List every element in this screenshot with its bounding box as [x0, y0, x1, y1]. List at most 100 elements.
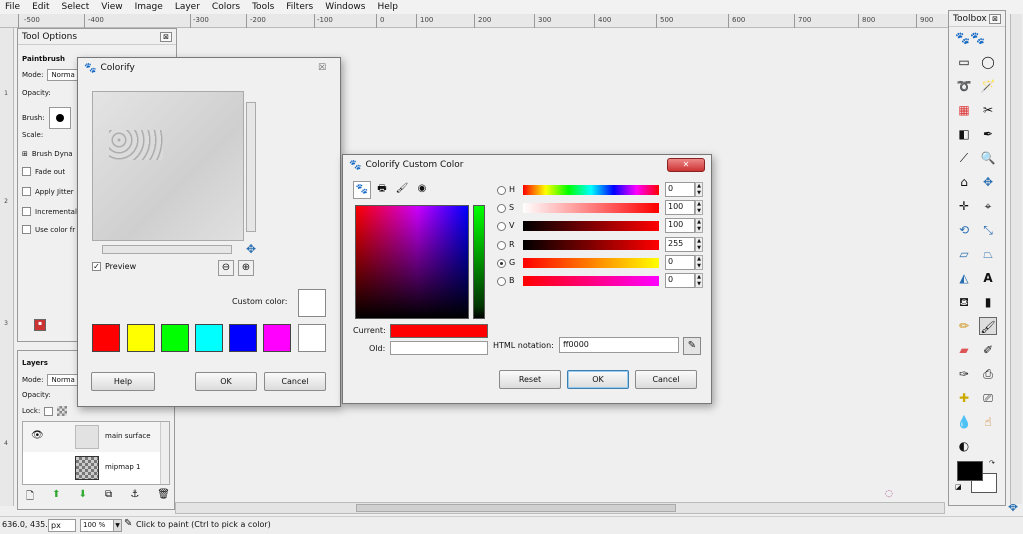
select-by-color-icon[interactable]: ▦ — [955, 101, 973, 119]
v-spinner[interactable]: ▲ ▼ — [695, 218, 703, 233]
text-tool-icon[interactable]: A — [979, 269, 997, 287]
rect-select-icon[interactable]: ▭ — [955, 53, 973, 71]
h-input[interactable]: 0 — [665, 182, 695, 197]
g-slider[interactable] — [523, 258, 659, 268]
color-strip[interactable] — [473, 205, 485, 319]
close-icon[interactable]: ⊠ — [160, 31, 172, 42]
r-radio[interactable] — [497, 241, 506, 250]
r-slider[interactable] — [523, 240, 659, 250]
eye-icon[interactable]: 👁 — [31, 430, 44, 441]
layer-row[interactable]: mipmap 1 — [23, 453, 161, 483]
cancel-button[interactable]: Cancel — [635, 370, 697, 389]
ink-icon[interactable]: ✑ — [955, 365, 973, 383]
foreground-select-icon[interactable]: ◧ — [955, 125, 973, 143]
menu-filters[interactable]: Filters — [285, 2, 314, 12]
free-select-icon[interactable]: ➰ — [955, 77, 973, 95]
crop-icon[interactable]: ⌖ — [979, 197, 997, 215]
h-spinner[interactable]: ▲ ▼ — [695, 182, 703, 197]
watercolor-selector-icon[interactable]: 🖌 — [393, 181, 411, 199]
g-input[interactable]: 0 — [665, 255, 695, 270]
expand-icon[interactable]: ⊞ — [22, 150, 28, 158]
blur-icon[interactable]: 💧 — [955, 413, 973, 431]
close-icon[interactable]: ☒ — [310, 63, 334, 73]
color-square[interactable] — [355, 205, 469, 319]
wheel-selector-icon[interactable]: ◉ — [413, 181, 431, 199]
menu-view[interactable]: View — [100, 2, 123, 12]
b-radio[interactable] — [497, 277, 506, 286]
color-swatch-blue[interactable] — [229, 324, 257, 352]
b-input[interactable]: 0 — [665, 273, 695, 288]
foreground-color-front[interactable] — [957, 461, 983, 481]
blend-icon[interactable]: ▮ — [979, 293, 997, 311]
cancel-button[interactable]: Cancel — [264, 372, 326, 391]
s-slider[interactable] — [523, 203, 659, 213]
s-input[interactable]: 100 — [665, 200, 695, 215]
heal-icon[interactable]: ✚ — [955, 389, 973, 407]
default-colors-icon[interactable]: ◪ — [955, 483, 962, 491]
close-icon[interactable]: ✕ — [667, 158, 705, 172]
menu-layer[interactable]: Layer — [174, 2, 201, 12]
clone-icon[interactable]: ⎙ — [979, 365, 997, 383]
menu-windows[interactable]: Windows — [324, 2, 366, 12]
unit-select[interactable]: px — [48, 519, 76, 532]
close-icon[interactable]: ⊠ — [989, 13, 1001, 24]
bucket-fill-icon[interactable]: ⛾ — [955, 293, 973, 311]
zoom-out-icon[interactable]: ⊖ — [218, 260, 234, 276]
save-icon[interactable]: ▪ — [34, 319, 46, 331]
menu-edit[interactable]: Edit — [31, 2, 50, 12]
move-icon[interactable]: ✥ — [979, 173, 997, 191]
layers-list[interactable]: 👁 main surface mipmap 1 — [22, 421, 170, 485]
preview-checkbox[interactable]: ✓ — [92, 262, 101, 271]
vertical-scrollbar[interactable] — [1010, 14, 1022, 504]
help-button[interactable]: Help — [91, 372, 155, 391]
r-input[interactable]: 255 — [665, 237, 695, 252]
measure-icon[interactable]: ⌂ — [955, 173, 973, 191]
color-swatch-red[interactable] — [92, 324, 120, 352]
pencil-icon[interactable]: ✏ — [955, 317, 973, 335]
ok-button[interactable]: OK — [195, 372, 257, 391]
scissors-icon[interactable]: ✂ — [979, 101, 997, 119]
color-swatch-yellow[interactable] — [127, 324, 155, 352]
dodge-burn-icon[interactable]: ◐ — [955, 437, 973, 455]
flip-icon[interactable]: ◭ — [955, 269, 973, 287]
g-spinner[interactable]: ▲ ▼ — [695, 255, 703, 270]
color-swatch-green[interactable] — [161, 324, 189, 352]
layers-scrollbar[interactable] — [160, 422, 169, 484]
color-swatch-cyan[interactable] — [195, 324, 223, 352]
cmyk-selector-icon[interactable]: 🖶 — [373, 181, 391, 199]
airbrush-icon[interactable]: ✐ — [979, 341, 997, 359]
paths-icon[interactable]: ✒ — [979, 125, 997, 143]
zoom-icon[interactable]: 🔍 — [979, 149, 997, 167]
fade-out-checkbox[interactable] — [22, 167, 31, 176]
incremental-checkbox[interactable] — [22, 207, 31, 216]
r-spinner[interactable]: ▲ ▼ — [695, 237, 703, 252]
menu-select[interactable]: Select — [61, 2, 91, 12]
s-radio[interactable] — [497, 204, 506, 213]
reset-button[interactable]: Reset — [499, 370, 561, 389]
h-radio[interactable] — [497, 186, 506, 195]
navigate-icon[interactable]: ✥ — [246, 242, 256, 256]
s-spinner[interactable]: ▲ ▼ — [695, 200, 703, 215]
swap-colors-icon[interactable]: ↷ — [989, 459, 995, 467]
horizontal-scrollbar[interactable] — [175, 502, 945, 514]
brush-preview[interactable] — [48, 107, 71, 129]
perspective-clone-icon[interactable]: ⎚ — [979, 389, 997, 407]
preview-vscrollbar[interactable] — [246, 102, 256, 232]
rotate-icon[interactable]: ⟲ — [955, 221, 973, 239]
delete-layer-icon[interactable]: 🗑 — [157, 489, 170, 503]
new-layer-icon[interactable]: 🗋 — [26, 489, 34, 503]
zoom-in-icon[interactable]: ⊕ — [238, 260, 254, 276]
b-spinner[interactable]: ▲ ▼ — [695, 273, 703, 288]
apply-jitter-checkbox[interactable] — [22, 187, 31, 196]
v-input[interactable]: 100 — [665, 218, 695, 233]
use-color-checkbox[interactable] — [22, 225, 31, 234]
align-icon[interactable]: ✛ — [955, 197, 973, 215]
ok-button[interactable]: OK — [567, 370, 629, 389]
smudge-icon[interactable]: ☝ — [979, 413, 997, 431]
preview-hscrollbar[interactable] — [102, 245, 232, 254]
ellipse-select-icon[interactable]: ◯ — [979, 53, 997, 71]
menu-image[interactable]: Image — [134, 2, 164, 12]
raise-layer-icon[interactable]: ⬆ — [52, 489, 60, 503]
menu-colors[interactable]: Colors — [211, 2, 241, 12]
layer-row[interactable]: 👁 main surface — [23, 422, 161, 452]
